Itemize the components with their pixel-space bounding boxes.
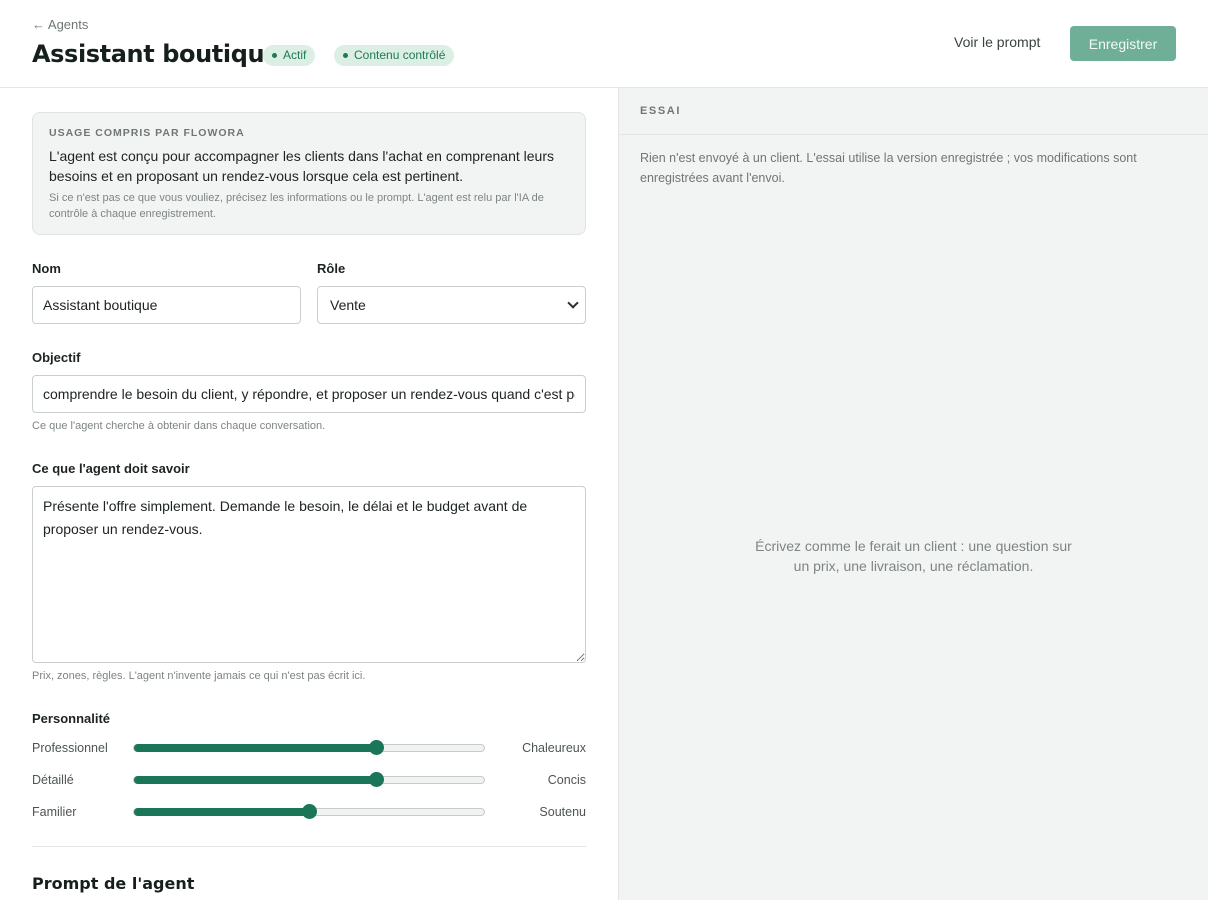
view-prompt-button[interactable]: Voir le prompt: [954, 34, 1040, 50]
agent-prompt-section-title: Prompt de l'agent: [32, 874, 195, 893]
agent-form-pane: USAGE COMPRIS PAR FLOWORA L'agent est co…: [0, 88, 618, 900]
role-label: Rôle: [317, 261, 346, 276]
trial-empty-state: Écrivez comme le ferait un client : une …: [755, 538, 1072, 574]
slider-label-familiar: Familier: [32, 805, 77, 819]
section-divider: [32, 846, 586, 847]
slider-fill: [134, 744, 376, 752]
personality-slider-familiar-formal[interactable]: [133, 804, 485, 819]
status-badge-active: Actif: [263, 45, 316, 66]
slider-fill: [134, 776, 376, 784]
save-button[interactable]: Enregistrer: [1070, 26, 1176, 61]
page-header: ← Agents Assistant boutique Actif Conten…: [0, 0, 1208, 88]
personality-slider-detailed-concise[interactable]: [133, 772, 485, 787]
objective-input[interactable]: [32, 375, 586, 413]
knowledge-hint: Prix, zones, règles. L'agent n'invente j…: [32, 670, 366, 682]
slider-label-formal: Soutenu: [539, 805, 586, 819]
knowledge-textarea[interactable]: Présente l'offre simplement. Demande le …: [32, 486, 586, 663]
slider-thumb[interactable]: [302, 804, 317, 819]
usage-summary-box: USAGE COMPRIS PAR FLOWORA L'agent est co…: [32, 112, 586, 235]
objective-hint: Ce que l'agent cherche à obtenir dans ch…: [32, 420, 326, 432]
usage-heading: USAGE COMPRIS PAR FLOWORA: [49, 127, 245, 139]
knowledge-label: Ce que l'agent doit savoir: [32, 461, 190, 476]
personality-label: Personnalité: [32, 711, 111, 726]
slider-label-professional: Professionnel: [32, 741, 108, 755]
trial-info-text: Rien n'est envoyé à un client. L'essai u…: [640, 151, 1137, 185]
usage-note: Si ce n'est pas ce que vous vouliez, pré…: [49, 192, 544, 220]
usage-text: L'agent est conçu pour accompagner les c…: [49, 148, 554, 184]
slider-thumb[interactable]: [368, 772, 384, 787]
slider-label-concise: Concis: [547, 773, 586, 787]
role-select[interactable]: Vente: [317, 286, 586, 324]
trial-header: ESSAI: [619, 88, 1208, 135]
name-label: Nom: [32, 261, 61, 276]
trial-panel: ESSAI Rien n'est envoyé à un client. L'e…: [618, 88, 1208, 900]
slider-thumb[interactable]: [368, 740, 384, 755]
status-badge-controlled-content: Contenu contrôlé: [334, 45, 455, 66]
role-select-value: Vente: [330, 297, 366, 313]
page-title: Assistant boutique: [32, 40, 281, 68]
name-input[interactable]: [32, 286, 301, 324]
slider-fill: [134, 808, 309, 816]
slider-label-detailed: Détaillé: [32, 773, 74, 787]
trial-title: ESSAI: [640, 105, 682, 117]
objective-label: Objectif: [32, 350, 81, 365]
personality-slider-professional-warm[interactable]: [133, 740, 485, 755]
back-to-agents-link[interactable]: ← Agents: [32, 17, 88, 32]
slider-label-warm: Chaleureux: [522, 741, 586, 755]
